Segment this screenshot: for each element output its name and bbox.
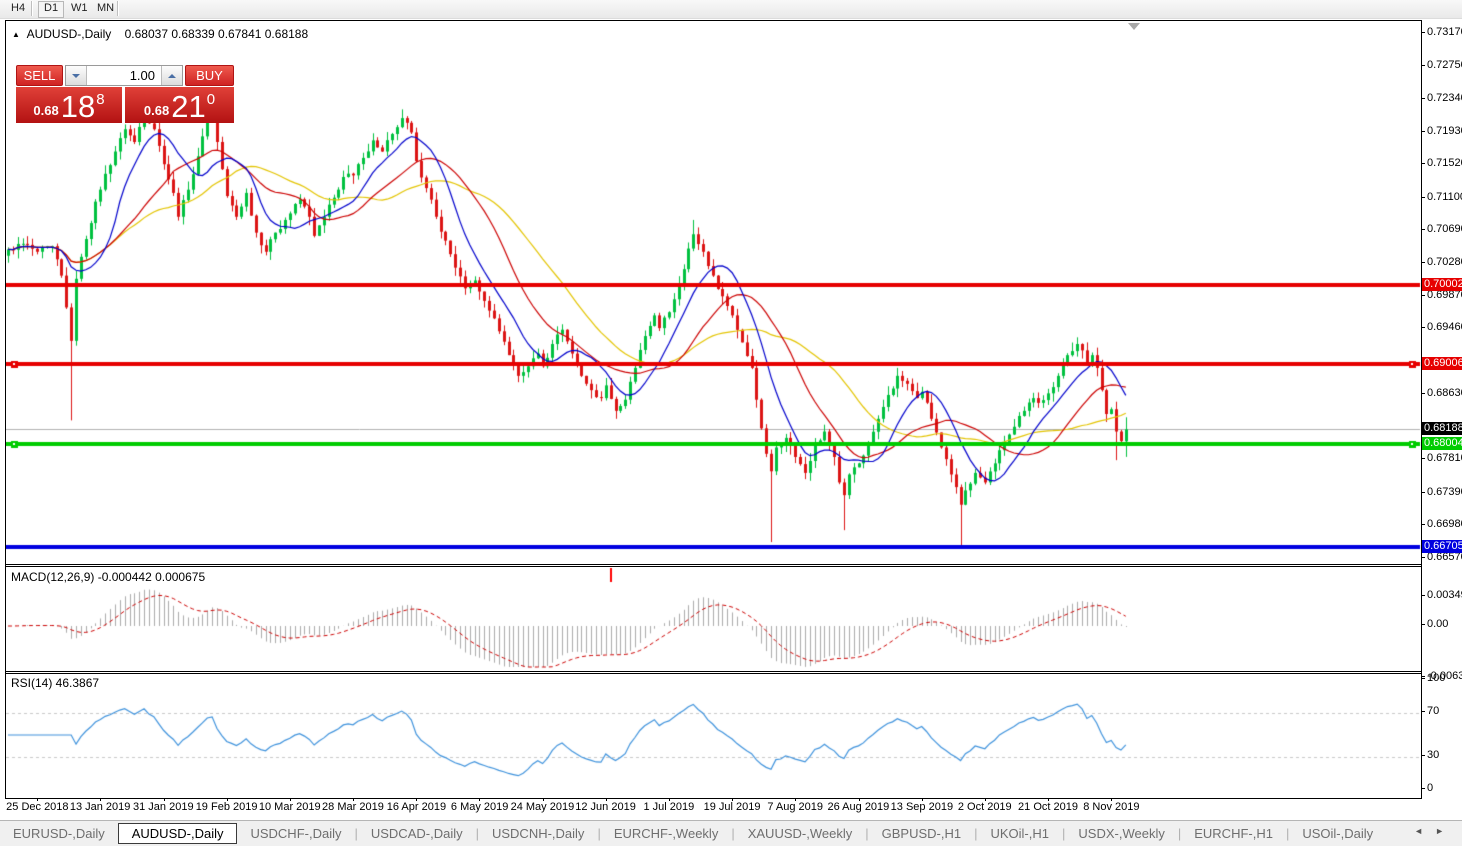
sell-price-big: 18	[60, 89, 96, 124]
chart-tab-eurchf-h1[interactable]: EURCHF-,H1	[1181, 824, 1286, 843]
panel-splitter[interactable]	[6, 564, 1421, 565]
time-axis-label: 24 May 2019	[510, 801, 575, 813]
timeframe-button-h4[interactable]: H4	[6, 1, 30, 16]
price-axis-tick: 0.71520	[1421, 157, 1462, 169]
time-axis-label: 13 Sep 2019	[890, 801, 954, 813]
time-axis-label: 21 Oct 2019	[1018, 801, 1078, 813]
toolbar-separator	[117, 1, 119, 16]
time-axis-label: 16 Apr 2019	[386, 801, 447, 813]
volume-spinner	[65, 65, 183, 86]
rsi-axis-tick: 30	[1420, 749, 1440, 761]
level-price-label: 0.68004	[1422, 436, 1462, 450]
rsi-canvas[interactable]	[6, 674, 1421, 798]
rsi-axis-tick: 0	[1420, 782, 1434, 794]
time-axis-label: 25 Dec 2018	[6, 801, 69, 813]
scroll-to-end-icon[interactable]	[1128, 23, 1140, 30]
timeframe-toolbar: H4 D1 W1 MN	[0, 0, 1462, 19]
chart-tab-usdchf-daily[interactable]: USDCHF-,Daily	[237, 824, 354, 843]
macd-axis-tick: 0.00	[1420, 618, 1449, 630]
time-axis-label: 2 Oct 2019	[957, 801, 1012, 813]
time-axis-label: 1 Jul 2019	[643, 801, 695, 813]
chart-tab-audusd-daily[interactable]: AUDUSD-,Daily	[117, 823, 238, 844]
time-axis-label: 7 Aug 2019	[767, 801, 823, 813]
price-axis-tick: 0.71100	[1421, 191, 1462, 203]
price-axis-tick: 0.72750	[1421, 59, 1462, 71]
time-axis-label: 31 Jan 2019	[133, 801, 194, 813]
time-axis-label: 6 May 2019	[450, 801, 509, 813]
price-axis-tick: 0.72340	[1421, 92, 1462, 104]
tab-scroll-left-icon[interactable]: ◄	[1414, 826, 1435, 836]
tab-scroll-right-icon[interactable]: ►	[1435, 826, 1456, 836]
timeframe-button-mn[interactable]: MN	[92, 1, 119, 16]
chart-window: ▲ AUDUSD-,Daily 0.68037 0.68339 0.67841 …	[5, 20, 1422, 799]
level-price-label: 0.66705	[1422, 540, 1462, 554]
current-price-label: 0.68188	[1422, 422, 1462, 436]
buy-price-pip: 0	[206, 91, 216, 108]
chart-tab-eurchf-weekly[interactable]: EURCHF-,Weekly	[601, 824, 732, 843]
tab-scroll-arrows[interactable]: ◄►	[1414, 826, 1456, 836]
rsi-label: RSI(14) 46.3867	[11, 676, 100, 690]
macd-axis-tick: 0.00349	[1421, 589, 1462, 601]
one-click-trading-widget: SELL BUY 0.68 18 8 0.68 21 0	[16, 65, 234, 123]
chart-tab-gbpusd-h1[interactable]: GBPUSD-,H1	[869, 824, 974, 843]
volume-increase-icon[interactable]	[161, 66, 182, 85]
time-axis-label: 19 Feb 2019	[195, 801, 258, 813]
time-axis-label: 13 Jan 2019	[69, 801, 131, 813]
level-price-label: 0.69006	[1422, 357, 1462, 371]
buy-price-big: 21	[171, 89, 206, 124]
time-axis-label: 8 Nov 2019	[1083, 801, 1140, 813]
rsi-axis-tick: 70	[1420, 705, 1440, 717]
price-axis-tick: 0.71930	[1421, 125, 1462, 137]
sell-price-pip: 8	[96, 91, 105, 108]
price-axis-tick: 0.73170	[1421, 26, 1462, 38]
price-axis-tick: 0.67390	[1421, 486, 1462, 498]
price-axis-tick: 0.70690	[1421, 223, 1462, 235]
level-price-label: 0.70002	[1422, 278, 1462, 291]
time-axis-label: 12 Jun 2019	[575, 801, 636, 813]
chart-tab-bar: EURUSD-,Daily AUDUSD-,Daily USDCHF-,Daily |…	[0, 820, 1462, 846]
price-axis-tick: 0.69460	[1421, 321, 1462, 333]
buy-price-prefix: 0.68	[143, 103, 170, 118]
buy-button[interactable]: BUY	[185, 65, 234, 86]
sell-price-box[interactable]: 0.68 18 8	[16, 87, 122, 123]
chart-tab-eurusd-daily[interactable]: EURUSD-,Daily	[0, 824, 118, 843]
chart-tab-xauusd-weekly[interactable]: XAUUSD-,Weekly	[735, 824, 866, 843]
time-axis-label: 28 Mar 2019	[322, 801, 384, 813]
price-axis-tick: 0.68630	[1421, 387, 1462, 399]
price-axis-tick: 0.66980	[1421, 518, 1462, 530]
chart-tab-ukoil-h1[interactable]: UKOil-,H1	[977, 824, 1062, 843]
price-axis-tick: 0.67810	[1421, 452, 1462, 464]
chart-tab-usdcnh-daily[interactable]: USDCNH-,Daily	[479, 824, 597, 843]
time-axis[interactable]: 25 Dec 2018 13 Jan 2019 31 Jan 2019 19 Feb …	[5, 798, 1422, 816]
sell-button[interactable]: SELL	[16, 65, 63, 86]
macd-canvas[interactable]	[6, 567, 1421, 671]
time-axis-label: 19 Jul 2019	[703, 801, 761, 813]
price-axis[interactable]: 0.73170 0.72750 0.72340 0.71930 0.71520 0.711…	[1420, 20, 1462, 800]
chart-tab-usoil-daily[interactable]: USOil-,Daily	[1289, 824, 1386, 843]
chart-ohlc-values: 0.68037 0.68339 0.67841 0.68188	[124, 27, 309, 41]
volume-decrease-icon[interactable]	[66, 66, 87, 85]
panel-splitter[interactable]	[6, 671, 1421, 672]
chart-title: ▲ AUDUSD-,Daily 0.68037 0.68339 0.67841 …	[12, 27, 308, 41]
toolbar-separator	[31, 1, 33, 16]
collapse-arrow-icon[interactable]: ▲	[12, 30, 20, 39]
chart-symbol-period: AUDUSD-,Daily	[26, 27, 112, 41]
price-axis-tick: 0.70280	[1421, 256, 1462, 268]
macd-label: MACD(12,26,9) -0.000442 0.000675	[11, 570, 206, 584]
chart-tab-usdcad-daily[interactable]: USDCAD-,Daily	[358, 824, 476, 843]
timeframe-button-d1[interactable]: D1	[38, 1, 65, 18]
timeframe-button-w1[interactable]: W1	[66, 1, 93, 16]
sell-price-prefix: 0.68	[33, 103, 59, 118]
volume-input[interactable]	[87, 66, 161, 85]
time-axis-label: 10 Mar 2019	[258, 801, 321, 813]
time-axis-label: 26 Aug 2019	[827, 801, 890, 813]
chart-tab-usdx-weekly[interactable]: USDX-,Weekly	[1065, 824, 1177, 843]
rsi-axis-tick: 100	[1420, 672, 1446, 684]
buy-price-box[interactable]: 0.68 21 0	[125, 87, 234, 123]
trading-terminal: H4 D1 W1 MN ▲ AUDUSD-,Daily 0.68037 0.68339…	[0, 0, 1462, 846]
